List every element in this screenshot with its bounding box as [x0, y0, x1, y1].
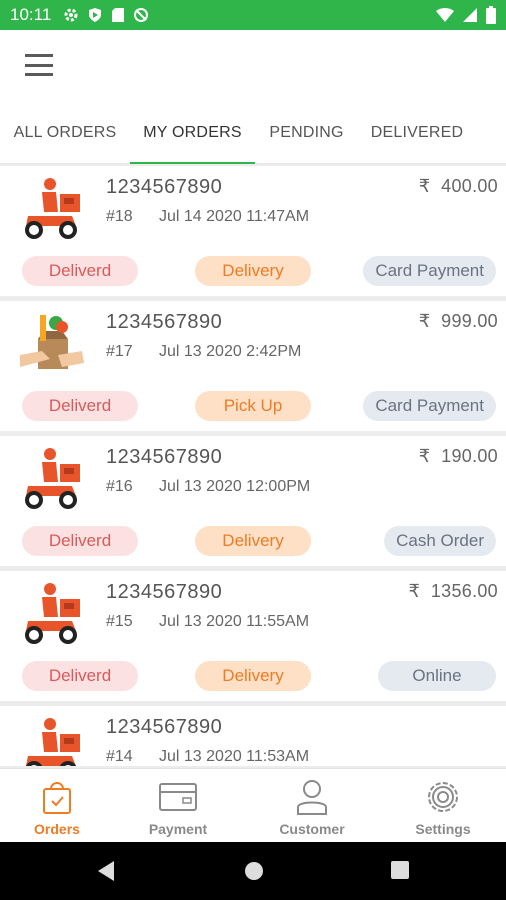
nav-payment[interactable]: Payment — [115, 769, 241, 843]
amount-value: 1356.00 — [430, 581, 498, 601]
payment-badge: Online — [378, 661, 496, 691]
wifi-icon — [436, 8, 454, 22]
nav-label: Orders — [34, 821, 80, 837]
order-type-badge: Pick Up — [195, 391, 311, 421]
status-badge: Deliverd — [22, 391, 138, 421]
nav-label: Payment — [148, 821, 208, 837]
order-card[interactable]: 1234567890 #15 Jul 13 2020 11:55AM ₹ 135… — [0, 571, 506, 701]
signal-icon — [463, 8, 477, 22]
order-type-badge: Delivery — [195, 256, 311, 286]
settings-status-icon — [64, 8, 78, 22]
grocery-bag-icon — [20, 311, 86, 377]
nav-label: Settings — [415, 821, 471, 837]
home-icon[interactable] — [243, 860, 265, 882]
status-badge: Deliverd — [22, 256, 138, 286]
app-bar — [0, 30, 506, 102]
customer-phone: 1234567890 — [106, 716, 223, 738]
bottom-navigation: Orders Payment Customer Settings — [0, 768, 506, 842]
order-number: #14 — [106, 748, 133, 765]
nav-label: Customer — [279, 821, 345, 837]
order-amount: ₹ 999.00 — [419, 311, 498, 332]
back-icon[interactable] — [96, 860, 116, 882]
menu-icon-line — [25, 54, 53, 57]
order-number: #15 — [106, 613, 133, 630]
order-date: Jul 13 2020 11:53AM — [159, 748, 310, 765]
status-badge: Deliverd — [22, 661, 138, 691]
status-badge: Deliverd — [22, 526, 138, 556]
delivery-scooter-icon — [20, 446, 86, 512]
customer-phone: 1234567890 — [106, 581, 223, 603]
order-date: Jul 13 2020 2:42PM — [159, 343, 302, 360]
order-date: Jul 14 2020 11:47AM — [159, 208, 310, 225]
order-amount: ₹ 1356.00 — [408, 581, 498, 602]
customer-phone: 1234567890 — [106, 446, 223, 468]
nav-customer[interactable]: Customer — [249, 769, 375, 843]
person-icon — [292, 777, 332, 817]
nav-orders[interactable]: Orders — [0, 769, 114, 843]
card-icon — [158, 777, 198, 817]
nav-settings[interactable]: Settings — [380, 769, 506, 843]
order-card[interactable]: 1234567890 #14 Jul 13 2020 11:53AM — [0, 706, 506, 766]
order-date: Jul 13 2020 12:00PM — [159, 478, 311, 495]
delivery-scooter-icon — [20, 581, 86, 647]
order-list: 1234567890 #18 Jul 14 2020 11:47AM ₹ 400… — [0, 166, 506, 766]
order-card[interactable]: 1234567890 #16 Jul 13 2020 12:00PM ₹ 190… — [0, 436, 506, 566]
amount-value: 400.00 — [441, 176, 498, 196]
currency-symbol: ₹ — [418, 311, 431, 331]
tab-my-orders[interactable]: MY ORDERS — [130, 102, 255, 164]
customer-phone: 1234567890 — [106, 176, 223, 198]
menu-icon-line — [25, 73, 53, 76]
status-time: 10:11 — [10, 5, 52, 24]
payment-badge: Cash Order — [384, 526, 496, 556]
order-amount: ₹ 190.00 — [419, 446, 498, 467]
order-card[interactable]: 1234567890 #17 Jul 13 2020 2:42PM ₹ 999.… — [0, 301, 506, 431]
delivery-scooter-icon — [20, 176, 86, 242]
currency-symbol: ₹ — [408, 581, 421, 601]
tab-delivered[interactable]: DELIVERED — [358, 102, 476, 164]
currency-symbol: ₹ — [418, 176, 431, 196]
menu-icon-line — [25, 63, 53, 67]
order-number: #18 — [106, 208, 133, 225]
amount-value: 999.00 — [441, 311, 498, 331]
order-type-badge: Delivery — [195, 661, 311, 691]
sd-card-status-icon — [112, 8, 125, 22]
menu-button[interactable] — [25, 54, 53, 76]
order-number: #17 — [106, 343, 133, 360]
system-navigation-bar — [0, 842, 506, 900]
order-date: Jul 13 2020 11:55AM — [159, 613, 310, 630]
no-sync-status-icon — [134, 8, 149, 22]
currency-symbol: ₹ — [418, 446, 431, 466]
order-type-badge: Delivery — [195, 526, 311, 556]
payment-badge: Card Payment — [363, 391, 496, 421]
delivery-scooter-icon — [20, 716, 86, 766]
payment-badge: Card Payment — [363, 256, 496, 286]
battery-icon — [486, 6, 496, 24]
amount-value: 190.00 — [441, 446, 498, 466]
status-bar: 10:11 — [0, 0, 506, 30]
tab-all-orders[interactable]: ALL ORDERS — [0, 102, 130, 164]
tab-pending[interactable]: PENDING — [255, 102, 358, 164]
customer-phone: 1234567890 — [106, 311, 223, 333]
order-card[interactable]: 1234567890 #18 Jul 14 2020 11:47AM ₹ 400… — [0, 166, 506, 296]
order-number: #16 — [106, 478, 133, 495]
order-amount: ₹ 400.00 — [419, 176, 498, 197]
recents-icon[interactable] — [390, 860, 410, 880]
shopping-bag-icon — [37, 777, 77, 817]
shield-status-icon — [89, 8, 102, 22]
order-tabs: ALL ORDERS MY ORDERS PENDING DELIVERED — [0, 102, 506, 164]
gear-icon — [423, 777, 463, 817]
